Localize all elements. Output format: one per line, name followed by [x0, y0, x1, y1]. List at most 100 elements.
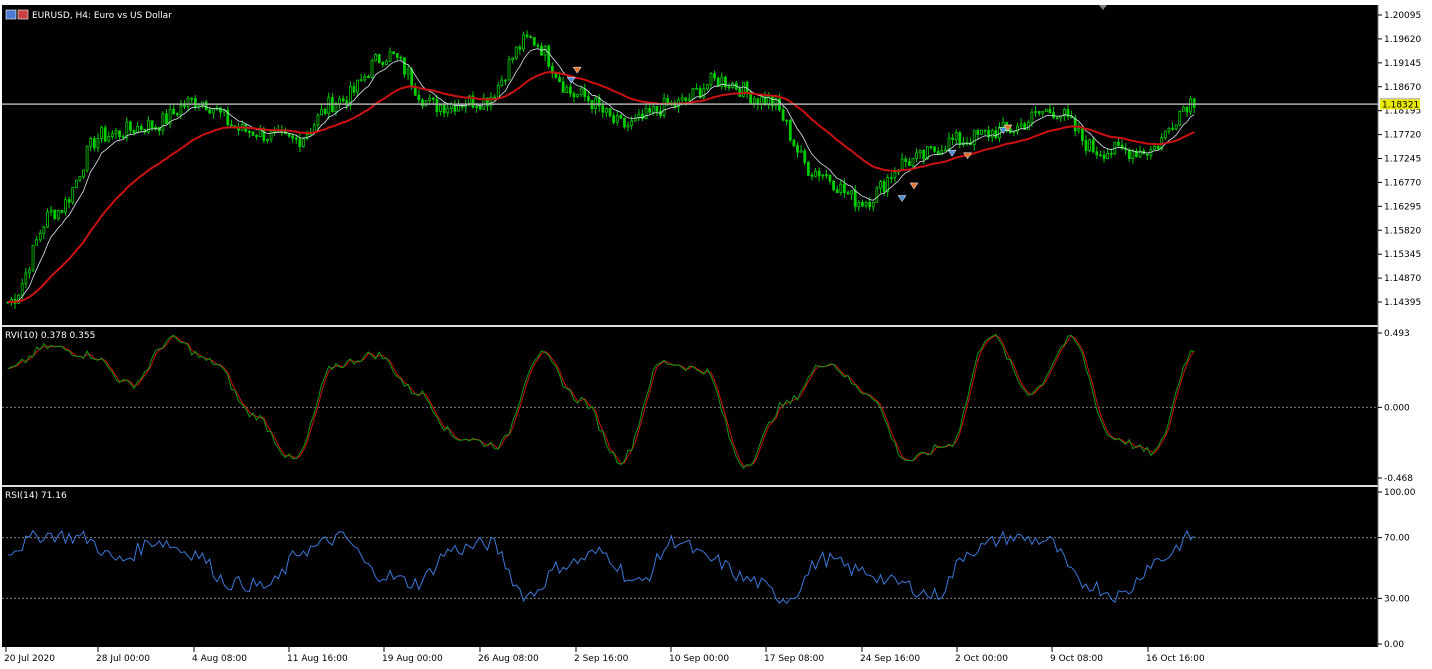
candle-body	[915, 152, 918, 159]
candle-body	[89, 138, 93, 147]
candle-body	[1012, 131, 1016, 134]
candle-body	[60, 209, 64, 213]
candle-body	[56, 209, 60, 220]
candle-body	[547, 45, 551, 67]
candle-body	[82, 169, 85, 178]
candle-body	[1095, 151, 1099, 156]
candle-body	[118, 130, 121, 138]
time-axis-label: 28 Jul 00:00	[96, 654, 150, 664]
candle-body	[871, 201, 875, 208]
candle-body	[695, 87, 698, 90]
current-price-label: 1.18321	[1382, 100, 1419, 110]
candle-body	[1131, 150, 1135, 159]
candle-body	[1185, 106, 1189, 113]
candle-body	[1102, 154, 1106, 160]
price-axis-label: 1.20095	[1384, 11, 1421, 21]
chart-canvas[interactable]: EURUSD, H4: Euro vs US Dollar 1.20095 1.1…	[0, 0, 1432, 669]
candle-body	[1192, 98, 1196, 108]
candle-body	[796, 145, 799, 153]
candle-body	[947, 137, 951, 151]
candle-body	[529, 36, 533, 38]
time-axis-label: 24 Sep 16:00	[860, 654, 920, 664]
candle-body	[204, 101, 208, 111]
candle-body	[1145, 153, 1149, 156]
candle-body	[1055, 117, 1059, 120]
price-axis-label: 1.19620	[1384, 35, 1421, 45]
candle-body	[900, 158, 904, 171]
candle-body	[561, 81, 565, 93]
candle-body	[475, 106, 478, 108]
candle-body	[42, 226, 46, 234]
chart-window[interactable]: EURUSD, H4: Euro vs US Dollar 1.20095 1.1…	[0, 0, 1432, 669]
candle-body	[882, 181, 886, 192]
candle-body	[28, 269, 31, 274]
candle-body	[132, 129, 136, 134]
candle-body	[395, 53, 399, 58]
candle-body	[983, 129, 987, 132]
candle-body	[183, 105, 186, 107]
price-axis-label: 1.14870	[1384, 274, 1421, 284]
candle-body	[792, 139, 796, 146]
candle-body	[193, 98, 197, 108]
rvi-label: RVI(10) 0.378 0.355	[5, 331, 95, 341]
main-price-panel[interactable]	[2, 5, 1378, 325]
candle-body	[835, 189, 839, 194]
candle-body	[421, 99, 424, 107]
candle-body	[727, 86, 731, 89]
candle-body	[377, 54, 381, 63]
candle-body	[709, 73, 713, 86]
time-axis-label: 9 Oct 08:00	[1050, 654, 1103, 664]
candle-body	[518, 46, 522, 50]
candle-body	[893, 171, 897, 178]
candle-body	[868, 201, 872, 208]
candle-body	[139, 125, 143, 130]
candle-body	[1174, 124, 1178, 130]
candle-body	[850, 190, 854, 195]
price-axis-label: 1.17245	[1384, 155, 1421, 165]
candle-body	[38, 232, 42, 241]
candle-body	[623, 117, 626, 128]
candle-body	[972, 129, 976, 146]
candle-body	[248, 131, 251, 133]
candle-body	[1156, 145, 1160, 150]
time-axis-label: 26 Aug 08:00	[478, 654, 539, 664]
candle-body	[323, 109, 327, 114]
candle-body	[806, 162, 810, 176]
candle-body	[543, 45, 547, 56]
candle-body	[388, 51, 392, 62]
candle-body	[716, 77, 720, 87]
candle-body	[107, 136, 111, 142]
candle-body	[879, 181, 882, 189]
candle-body	[1171, 127, 1174, 130]
candle-body	[911, 157, 915, 166]
candle-body	[424, 100, 428, 107]
candle-body	[291, 135, 295, 139]
time-axis-label: 16 Oct 16:00	[1146, 654, 1205, 664]
candle-body	[35, 239, 39, 246]
candle-body	[994, 130, 998, 139]
candle-body	[662, 98, 666, 117]
rvi-panel[interactable]	[2, 327, 1378, 485]
rsi-panel[interactable]	[2, 487, 1378, 647]
candle-body	[821, 174, 825, 177]
candle-body	[857, 201, 861, 207]
candle-body	[500, 79, 504, 86]
candle-body	[356, 79, 359, 93]
candle-body	[817, 170, 821, 177]
candle-body	[24, 272, 28, 285]
candle-body	[907, 161, 911, 166]
candle-body	[832, 180, 835, 191]
candle-body	[684, 97, 688, 102]
candle-body	[799, 150, 803, 153]
candle-body	[565, 86, 569, 93]
candle-body	[889, 177, 893, 179]
candle-body	[572, 93, 576, 98]
candle-body	[367, 76, 370, 79]
candle-body	[53, 209, 57, 220]
candle-body	[824, 174, 828, 177]
candle-body	[305, 134, 309, 140]
candle-body	[954, 132, 958, 140]
candle-body	[294, 137, 298, 140]
candle-body	[381, 62, 385, 65]
candle-body	[814, 170, 817, 177]
